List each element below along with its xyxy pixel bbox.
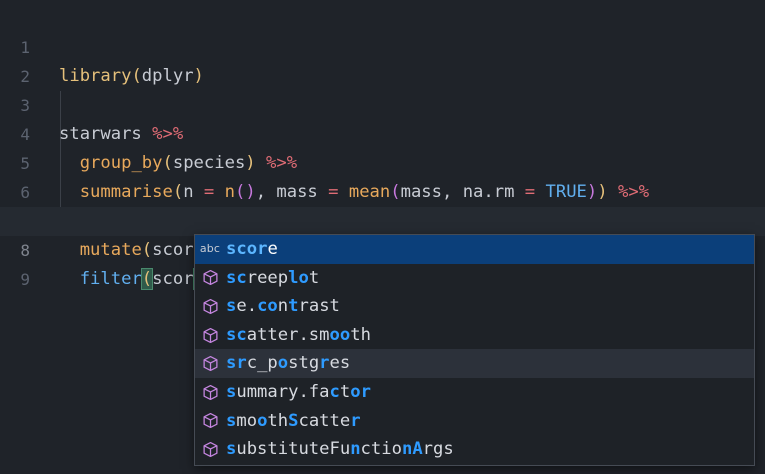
code-editor[interactable]: 1 library(dplyr) 2 3 starwars %>% 4 grou… — [0, 0, 765, 474]
suggestion-item-score[interactable]: abc score — [195, 235, 754, 264]
suggestion-item-src-postgres[interactable]: src_postgres — [195, 349, 754, 378]
cube-icon — [200, 292, 220, 321]
cube-icon — [200, 435, 220, 464]
code-line-current[interactable]: 8 filter(scor) — [0, 207, 765, 290]
cube-icon — [200, 407, 220, 436]
suggestion-item-smoothscatter[interactable]: smoothScatter — [195, 407, 754, 436]
autocomplete-popup[interactable]: abc score screeplot se.contrast scatter.… — [194, 234, 755, 466]
suggestion-item-se-contrast[interactable]: se.contrast — [195, 292, 754, 321]
suggestion-item-substitutefunctionargs[interactable]: substituteFunctionArgs — [195, 435, 754, 464]
line-number: 9 — [20, 270, 30, 289]
cube-icon — [200, 321, 220, 350]
suggestion-item-summary-factor[interactable]: summary.factor — [195, 378, 754, 407]
code-line[interactable]: 2 — [0, 33, 765, 86]
suggestion-item-screeplot[interactable]: screeplot — [195, 264, 754, 293]
code-line[interactable]: 3 starwars %>% — [0, 62, 765, 144]
code-line[interactable]: 7 mutate(score = (mass - mean(mass)) / s… — [0, 178, 765, 260]
matching-paren: ( — [140, 268, 154, 290]
suggestion-label: screeplot — [226, 267, 320, 288]
code-line[interactable]: 5 summarise(n = n(), mass = mean(mass, n… — [0, 120, 765, 202]
abc-text-icon: abc — [199, 242, 221, 255]
suggestion-label: score — [226, 239, 278, 259]
code-line[interactable]: 1 library(dplyr) — [0, 4, 765, 86]
suggestion-label: smoothScatter — [226, 410, 361, 431]
suggestion-label: se.contrast — [226, 296, 340, 317]
suggestion-label: substituteFunctionArgs — [226, 439, 454, 460]
cube-icon — [200, 264, 220, 293]
suggestion-label: src_postgres — [226, 353, 351, 374]
suggestion-label: scatter.smooth — [226, 324, 371, 345]
suggestion-item-scatter-smooth[interactable]: scatter.smooth — [195, 321, 754, 350]
line-code[interactable]: filter(scor) — [59, 265, 205, 294]
suggestion-label: summary.factor — [226, 381, 371, 402]
code-line[interactable]: 4 group_by(species) %>% — [0, 91, 765, 173]
code-line[interactable]: 6 filter(n > 1, mass > 50) %>% — [0, 149, 765, 231]
cube-icon — [200, 349, 220, 378]
cube-icon — [200, 378, 220, 407]
